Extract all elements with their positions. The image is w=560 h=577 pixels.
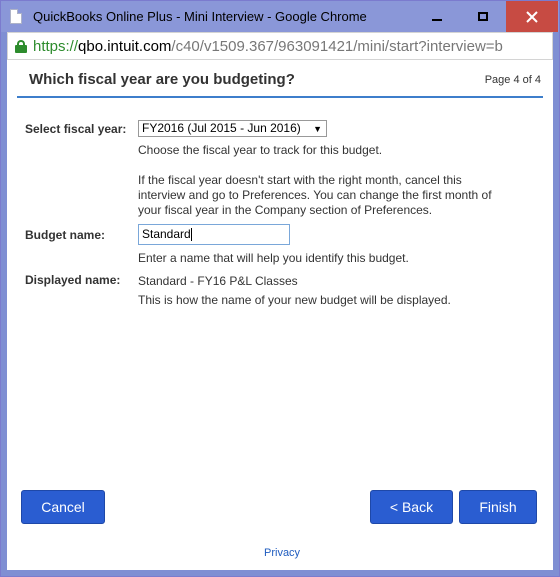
fiscal-year-note-3: your fiscal year in the Company section … bbox=[138, 203, 433, 217]
back-button[interactable]: < Back bbox=[370, 490, 453, 524]
url-scheme: https:// bbox=[33, 38, 79, 55]
page-title: Which fiscal year are you budgeting? bbox=[29, 71, 295, 88]
budget-name-label: Budget name: bbox=[25, 228, 106, 242]
cancel-button[interactable]: Cancel bbox=[21, 490, 105, 524]
maximize-icon bbox=[478, 12, 488, 21]
fiscal-year-select[interactable]: FY2016 (Jul 2015 - Jun 2016) ▼ bbox=[138, 120, 327, 137]
text-caret bbox=[190, 228, 192, 242]
page-header: Which fiscal year are you budgeting? Pag… bbox=[17, 68, 543, 98]
budget-name-value: Standard bbox=[142, 227, 191, 241]
fiscal-year-selected: FY2016 (Jul 2015 - Jun 2016) bbox=[142, 121, 301, 135]
close-icon bbox=[526, 10, 538, 23]
fiscal-year-label: Select fiscal year: bbox=[25, 122, 127, 136]
dropdown-arrow-icon: ▼ bbox=[313, 124, 322, 134]
fiscal-year-note-1: If the fiscal year doesn't start with th… bbox=[138, 173, 462, 187]
displayed-name-label: Displayed name: bbox=[25, 273, 121, 287]
minimize-icon bbox=[432, 18, 442, 21]
url-host: qbo.intuit.com bbox=[78, 38, 172, 55]
fiscal-year-note-2: interview and go to Preferences. You can… bbox=[138, 188, 492, 202]
displayed-name-value: Standard - FY16 P&L Classes bbox=[138, 274, 298, 288]
budget-name-input[interactable]: Standard bbox=[138, 224, 290, 245]
finish-button[interactable]: Finish bbox=[459, 490, 537, 524]
title-bar[interactable]: QuickBooks Online Plus - Mini Interview … bbox=[1, 1, 559, 32]
lock-icon bbox=[15, 40, 27, 53]
maximize-button[interactable] bbox=[460, 1, 506, 32]
window-title: QuickBooks Online Plus - Mini Interview … bbox=[33, 9, 367, 24]
url-path: /c40/v1509.367/963091421/mini/start?inte… bbox=[171, 38, 503, 55]
displayed-name-help: This is how the name of your new budget … bbox=[138, 293, 451, 307]
url-text[interactable]: https://qbo.intuit.com/c40/v1509.367/963… bbox=[33, 38, 551, 55]
browser-window: QuickBooks Online Plus - Mini Interview … bbox=[0, 0, 560, 577]
close-button[interactable] bbox=[506, 1, 558, 32]
page-content: Which fiscal year are you budgeting? Pag… bbox=[7, 60, 553, 570]
address-bar[interactable]: https://qbo.intuit.com/c40/v1509.367/963… bbox=[7, 32, 553, 60]
page-count: Page 4 of 4 bbox=[484, 74, 541, 86]
budget-name-help: Enter a name that will help you identify… bbox=[138, 251, 409, 265]
fiscal-year-help: Choose the fiscal year to track for this… bbox=[138, 143, 383, 157]
page-icon bbox=[10, 9, 22, 24]
privacy-link[interactable]: Privacy bbox=[264, 547, 300, 559]
minimize-button[interactable] bbox=[414, 1, 460, 32]
